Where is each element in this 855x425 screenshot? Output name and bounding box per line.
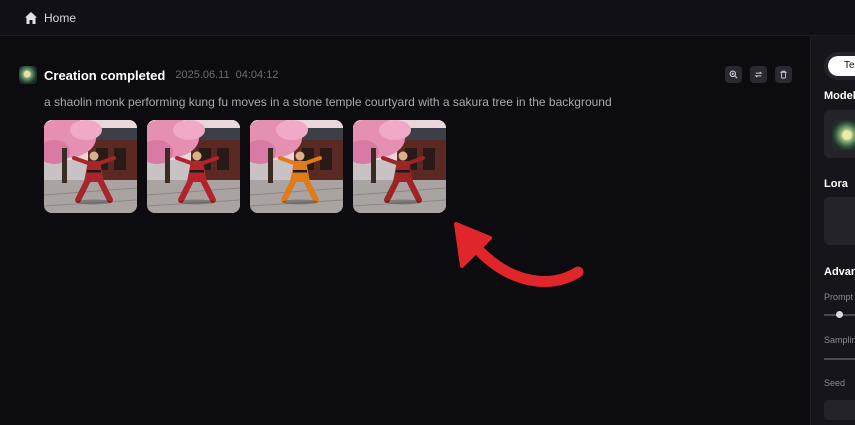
annotation-arrow xyxy=(454,222,584,287)
model-avatar xyxy=(19,66,37,84)
zoom-in-icon xyxy=(729,70,738,79)
model-heading: Model xyxy=(824,90,855,102)
prompt-strength-label: Prompt xyxy=(824,292,854,302)
zoom-in-button[interactable] xyxy=(725,66,742,83)
seed-input[interactable] xyxy=(824,400,855,420)
creation-date: 2025.06.11 xyxy=(175,69,230,81)
mode-tabs: Tex xyxy=(824,52,855,80)
tab-text[interactable]: Tex xyxy=(828,56,855,76)
creation-header: Creation completed 2025.06.11 04:04:12 xyxy=(19,66,284,84)
generated-image[interactable] xyxy=(250,120,343,213)
delete-icon xyxy=(780,70,787,79)
lora-selector[interactable] xyxy=(824,197,855,245)
lora-heading: Lora xyxy=(824,178,848,190)
creation-title: Creation completed xyxy=(44,67,166,83)
model-thumbnail xyxy=(832,120,855,150)
prompt-text: a shaolin monk performing kung fu moves … xyxy=(44,95,612,109)
generated-image[interactable] xyxy=(147,120,240,213)
generated-image[interactable] xyxy=(44,120,137,213)
sampling-label: Samplin xyxy=(824,335,855,345)
main-content: Creation completed 2025.06.11 04:04:12 a… xyxy=(0,36,810,425)
prompt-strength-slider-handle[interactable] xyxy=(836,311,843,318)
advanced-heading: Advan xyxy=(824,266,855,278)
settings-panel: Tex Model Lora Advan Prompt Samplin Seed xyxy=(810,36,855,425)
regenerate-icon xyxy=(754,71,763,78)
home-link[interactable]: Home xyxy=(44,11,76,25)
generated-image[interactable] xyxy=(353,120,446,213)
delete-button[interactable] xyxy=(775,66,792,83)
generated-images xyxy=(44,120,446,213)
model-selector[interactable] xyxy=(824,110,855,158)
sampling-slider[interactable] xyxy=(824,358,855,360)
seed-label: Seed xyxy=(824,378,846,388)
top-nav-bar: Home xyxy=(0,0,855,36)
home-icon[interactable] xyxy=(24,11,38,25)
regenerate-button[interactable] xyxy=(750,66,767,83)
creation-time: 04:04:12 xyxy=(235,69,279,81)
